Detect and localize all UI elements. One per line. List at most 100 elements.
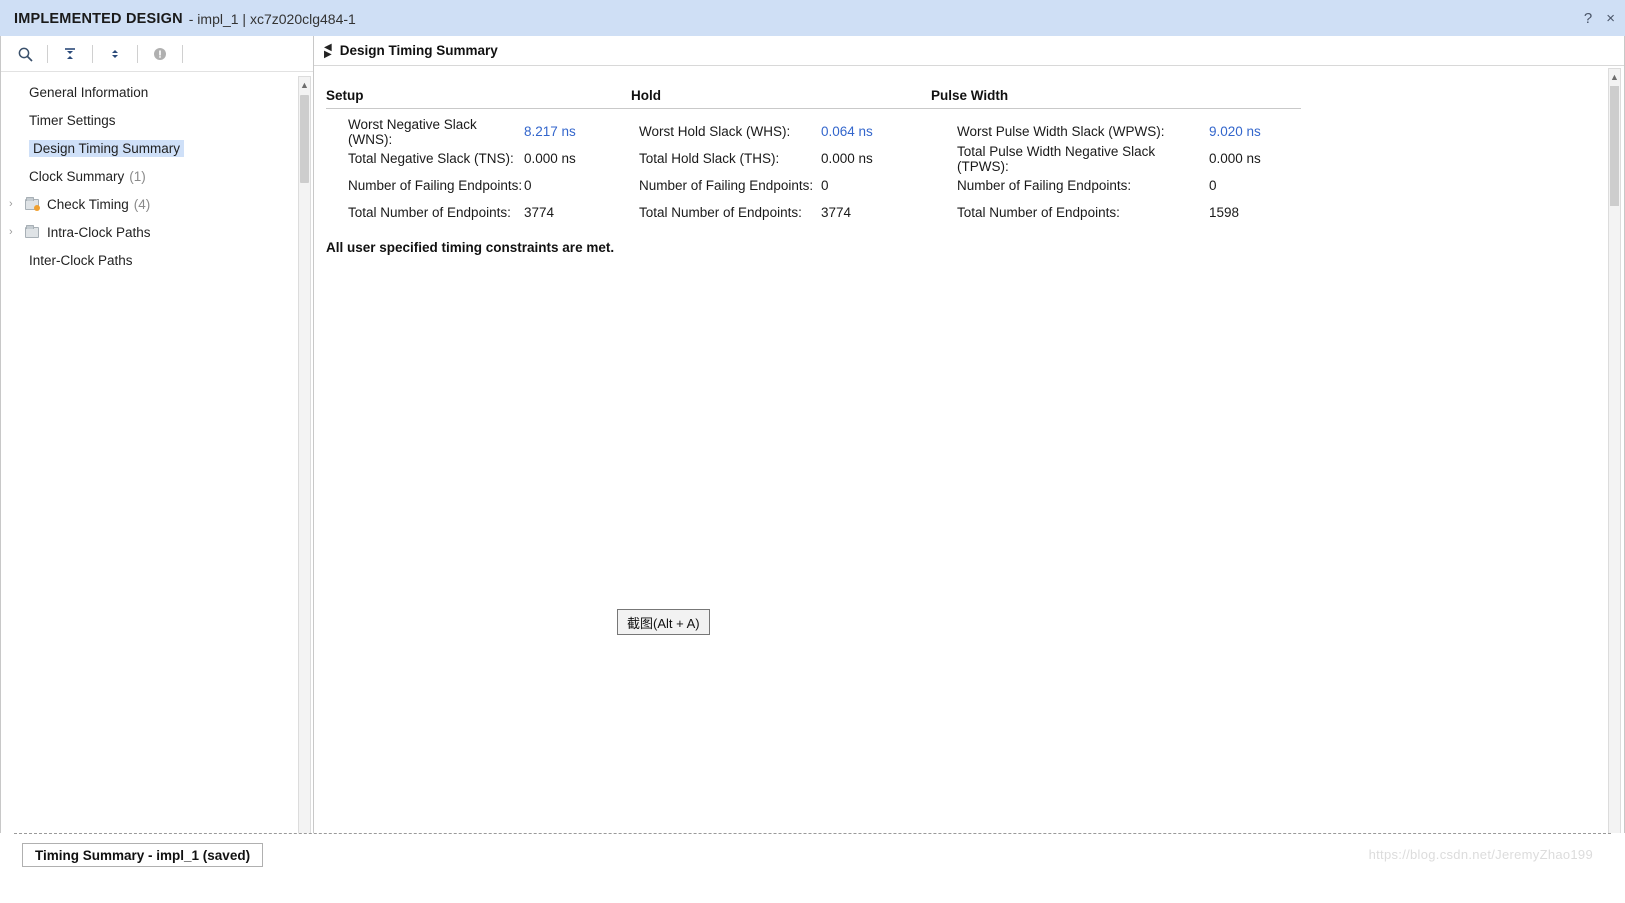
toolbar-separator [92, 45, 93, 63]
metric-label: Worst Pulse Width Slack (WPWS): [931, 124, 1209, 139]
design-timing-summary-header: ◀ ▶ Design Timing Summary [314, 36, 1624, 66]
metric-row: Total Number of Endpoints: 1598 [931, 199, 1301, 226]
metric-label: Number of Failing Endpoints: [326, 178, 524, 193]
timing-column-pulse-width: Pulse Width Worst Pulse Width Slack (WPW… [931, 88, 1301, 226]
metric-row: Total Pulse Width Negative Slack (TPWS):… [931, 145, 1301, 172]
metric-value: 3774 [821, 205, 851, 220]
folder-warn-icon [25, 199, 47, 210]
metric-row: Number of Failing Endpoints: 0 [326, 172, 631, 199]
metric-value: 0 [524, 178, 532, 193]
timing-tree-scrollbar[interactable]: ▲ ▼ [298, 76, 311, 898]
column-rule [931, 108, 1301, 109]
timing-column-hold: Hold Worst Hold Slack (WHS): 0.064 ns To… [631, 88, 931, 226]
timing-columns: Setup Worst Negative Slack (WNS): 8.217 … [314, 88, 1624, 226]
metric-label: Number of Failing Endpoints: [931, 178, 1209, 193]
metric-label: Total Hold Slack (THS): [631, 151, 821, 166]
tooltip-text: 截图(Alt + A) [627, 613, 700, 632]
scroll-up-icon[interactable]: ▲ [1609, 69, 1620, 84]
metric-label: Total Number of Endpoints: [931, 205, 1209, 220]
status-badge[interactable]: Timing Summary - impl_1 (saved) [22, 843, 263, 867]
tree-item-label: Inter-Clock Paths [29, 253, 133, 268]
status-divider [14, 833, 1611, 834]
scroll-up-icon[interactable]: ▲ [299, 77, 310, 92]
status-bar: Timing Summary - impl_1 (saved) https://… [0, 833, 1625, 903]
metric-row: Number of Failing Endpoints: 0 [931, 172, 1301, 199]
tree-item-intra-clock-paths[interactable]: › Intra-Clock Paths [1, 218, 313, 246]
tree-item-check-timing[interactable]: › Check Timing (4) [1, 190, 313, 218]
expand-all-icon[interactable] [101, 41, 129, 67]
panel-nav-arrows[interactable]: ◀ ▶ [324, 44, 332, 58]
column-rule [631, 108, 931, 109]
tree-item-clock-summary[interactable]: Clock Summary (1) [1, 162, 313, 190]
metric-row: Total Number of Endpoints: 3774 [326, 199, 631, 226]
tree-item-count: (4) [134, 197, 151, 212]
metric-label: Total Pulse Width Negative Slack (TPWS): [931, 144, 1209, 174]
metric-value: 0 [821, 178, 829, 193]
close-icon[interactable]: × [1606, 10, 1615, 27]
metric-label: Total Negative Slack (TNS): [326, 151, 524, 166]
title-bar: IMPLEMENTED DESIGN - impl_1 | xc7z020clg… [0, 0, 1625, 38]
vivado-window: IMPLEMENTED DESIGN - impl_1 | xc7z020clg… [0, 0, 1625, 903]
watermark: https://blog.csdn.net/JeremyZhao199 [1369, 847, 1593, 862]
tree-item-label: Timer Settings [29, 113, 116, 128]
tree-item-label: Check Timing [47, 197, 129, 212]
tree-item-inter-clock-paths[interactable]: Inter-Clock Paths [1, 246, 313, 274]
metric-label: Worst Hold Slack (WHS): [631, 124, 821, 139]
metric-value: 0.064 ns [821, 124, 873, 139]
metric-value: 0.000 ns [524, 151, 576, 166]
tree-item-label: Intra-Clock Paths [47, 225, 151, 240]
console-panel: Tcl Console Messages Log Reports Design … [0, 0, 1599, 285]
metric-row: Total Number of Endpoints: 3774 [631, 199, 931, 226]
page-title: IMPLEMENTED DESIGN [14, 11, 183, 27]
status-label: Timing Summary - impl_1 (saved) [35, 848, 250, 863]
metric-label: Total Number of Endpoints: [326, 205, 524, 220]
timing-tree-toolbar [1, 36, 313, 72]
nav-next-icon[interactable]: ▶ [324, 51, 332, 58]
timing-summary-scrollbar[interactable]: ▲ ▼ [1608, 68, 1621, 900]
column-heading: Setup [326, 88, 631, 103]
toolbar-separator [137, 45, 138, 63]
folder-icon [25, 227, 47, 238]
metric-label: Number of Failing Endpoints: [631, 178, 821, 193]
metric-row: Worst Hold Slack (WHS): 0.064 ns [631, 118, 931, 145]
tree-item-count: (1) [129, 169, 146, 184]
metric-value: 0 [1209, 178, 1217, 193]
metric-row: Worst Pulse Width Slack (WPWS): 9.020 ns [931, 118, 1301, 145]
metric-value: 0.000 ns [821, 151, 873, 166]
toolbar-separator [182, 45, 183, 63]
tree-item-timer-settings[interactable]: Timer Settings [1, 106, 313, 134]
metric-value: 9.020 ns [1209, 124, 1261, 139]
expand-arrow-icon[interactable]: › [9, 198, 25, 210]
tree-item-label: Clock Summary [29, 169, 124, 184]
tree-item-general-information[interactable]: General Information [1, 78, 313, 106]
expand-arrow-icon[interactable]: › [9, 226, 25, 238]
collapse-all-icon[interactable] [56, 41, 84, 67]
title-subtitle: - impl_1 | xc7z020clg484-1 [189, 11, 356, 27]
timing-tree: General Information Timer Settings Desig… [1, 72, 313, 902]
design-timing-summary-title: Design Timing Summary [340, 43, 498, 58]
timing-report-body: General Information Timer Settings Desig… [0, 36, 1625, 903]
metric-value: 0.000 ns [1209, 151, 1261, 166]
column-rule [326, 108, 631, 109]
metric-row: Worst Negative Slack (WNS): 8.217 ns [326, 118, 631, 145]
design-timing-summary-content: Setup Worst Negative Slack (WNS): 8.217 … [314, 66, 1624, 902]
constraints-met-message: All user specified timing constraints ar… [314, 240, 1624, 255]
metric-row: Total Negative Slack (TNS): 0.000 ns [326, 145, 631, 172]
report-icon[interactable] [146, 41, 174, 67]
toolbar-separator [47, 45, 48, 63]
metric-value: 3774 [524, 205, 554, 220]
column-heading: Hold [631, 88, 931, 103]
search-icon[interactable] [11, 41, 39, 67]
design-timing-summary-panel: ◀ ▶ Design Timing Summary Setup Worst Ne… [314, 36, 1624, 902]
tree-item-design-timing-summary[interactable]: Design Timing Summary [1, 134, 313, 162]
metric-label: Total Number of Endpoints: [631, 205, 821, 220]
metric-value: 8.217 ns [524, 124, 576, 139]
scrollbar-thumb[interactable] [300, 95, 309, 183]
help-icon[interactable]: ? [1584, 10, 1592, 27]
scrollbar-thumb[interactable] [1610, 86, 1619, 206]
column-heading: Pulse Width [931, 88, 1301, 103]
screenshot-tooltip: 截图(Alt + A) [617, 609, 710, 635]
metric-row: Number of Failing Endpoints: 0 [631, 172, 931, 199]
timing-column-setup: Setup Worst Negative Slack (WNS): 8.217 … [326, 88, 631, 226]
metric-row: Total Hold Slack (THS): 0.000 ns [631, 145, 931, 172]
